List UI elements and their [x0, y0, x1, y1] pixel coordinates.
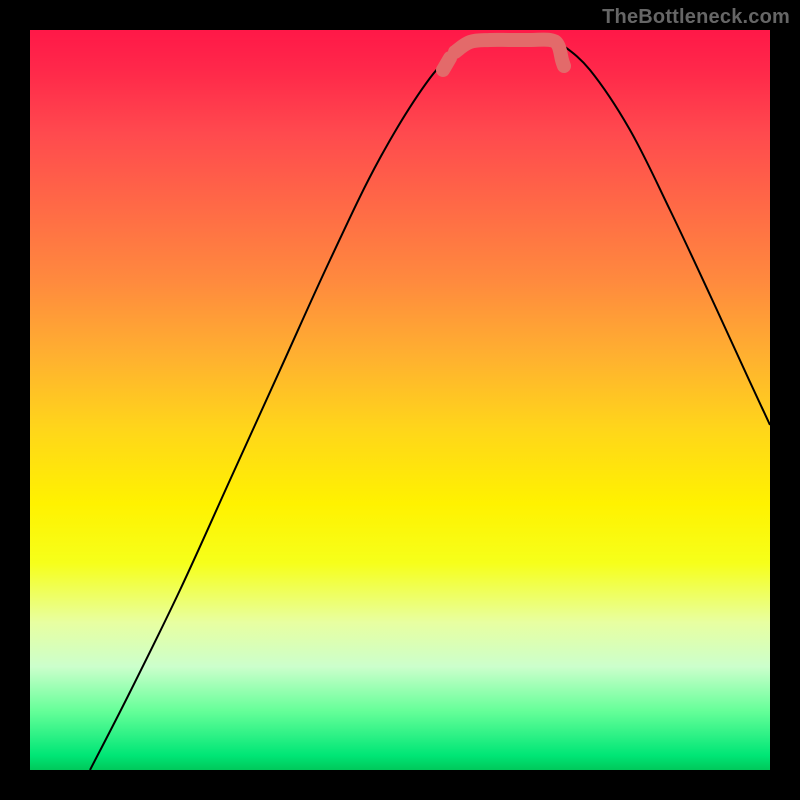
plot-area — [30, 30, 770, 770]
series-left-dot — [443, 58, 450, 70]
series-left-curve — [90, 43, 470, 770]
series-bottom-highlight — [455, 40, 564, 66]
chart-svg — [30, 30, 770, 770]
series-right-curve — [560, 43, 770, 425]
watermark-text: TheBottleneck.com — [602, 6, 790, 29]
chart-frame: TheBottleneck.com — [0, 0, 800, 800]
